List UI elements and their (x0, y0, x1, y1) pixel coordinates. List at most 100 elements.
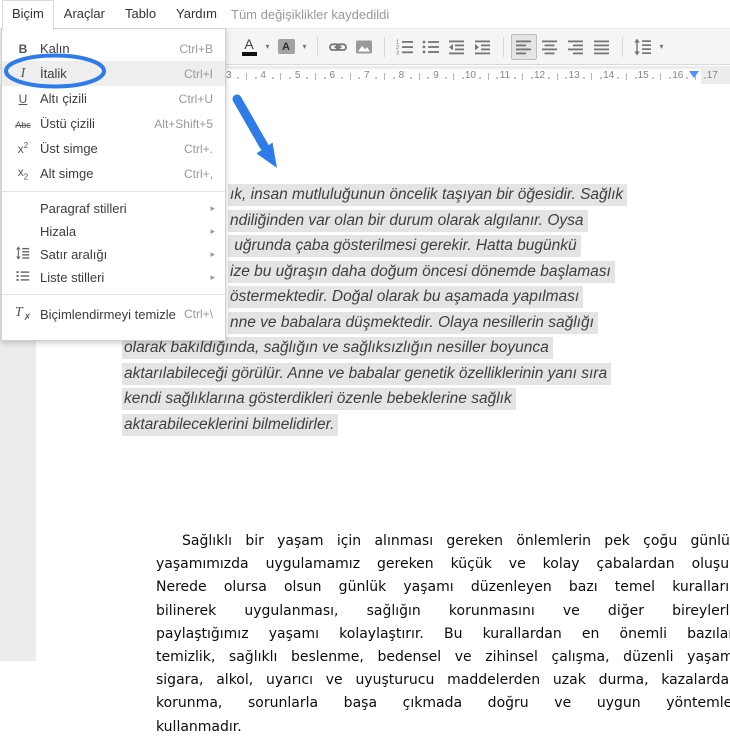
menubar-item-tablo[interactable]: Tablo (115, 0, 166, 27)
menu-separator (2, 191, 225, 192)
bulleted-list-button[interactable] (418, 34, 444, 60)
paragraph-line[interactable]: bilinerek uygulanması, sağlığın korunmas… (156, 600, 730, 623)
ruler-tick (591, 73, 593, 80)
decrease-indent-button[interactable] (444, 34, 470, 60)
paragraph-line[interactable]: korunma, sorunlarla başa çıkmada doğru v… (156, 692, 730, 715)
strikethrough-icon: Abc (15, 119, 31, 130)
menu-item-kalin[interactable]: B Kalın Ctrl+B (2, 36, 225, 61)
ruler-tick (418, 73, 420, 80)
menu-item-label: Kalın (40, 41, 70, 56)
selected-text-line[interactable]: olarak bakıldığında, sağlığın ve sağlıks… (122, 337, 553, 359)
ruler-dot (409, 77, 412, 79)
ruler-number: 12 (533, 70, 546, 81)
menu-item-liste-stilleri[interactable]: Liste stilleri ▸ (2, 266, 225, 289)
ruler-number: 10 (464, 70, 476, 81)
ruler-dot (565, 77, 568, 79)
selected-text-line[interactable]: aktarılabileceği görülür. Anne ve babala… (122, 362, 612, 385)
highlighted-text: ndiliğinden var olan bir durum olarak al… (228, 209, 588, 232)
menu-item-satir-araligi[interactable]: Satır aralığı ▸ (2, 243, 225, 266)
submenu-arrow-icon: ▸ (210, 249, 215, 259)
selected-text-line[interactable]: ize bu uğraşın daha doğum öncesi dönemde… (228, 260, 615, 283)
ruler-dot (617, 77, 620, 79)
menu-item-shortcut: Ctrl+B (179, 41, 213, 56)
menu-item-label: Hizala (40, 224, 77, 239)
menu-item-shortcut: Ctrl+U (178, 91, 213, 106)
ruler-tick (625, 73, 627, 80)
align-left-button[interactable] (511, 33, 537, 60)
dropdown-caret-icon[interactable]: ▾ (299, 42, 310, 51)
menu-item-paragraf-stilleri[interactable]: Paragraf stilleri ▸ (2, 197, 225, 220)
ruler-number: 7 (364, 70, 370, 81)
selected-text-line[interactable]: östermektedir. Doğal olarak bu aşamada y… (228, 286, 584, 308)
highlighted-text: ize bu uğraşın daha doğum öncesi dönemde… (228, 260, 615, 283)
selected-text-line[interactable]: ndiliğinden var olan bir durum olarak al… (228, 209, 588, 232)
ruler-dot (582, 77, 585, 79)
ruler-number: 6 (329, 70, 336, 81)
menu-item-ustu-cizili[interactable]: Abc Üstü çizili Alt+Shift+5 (2, 111, 225, 136)
menu-item-ust-simge[interactable]: x2 Üst simge Ctrl+. (2, 136, 225, 161)
selected-text-line[interactable]: kendi sağlıklarına gösterdikleri özenle … (122, 388, 516, 410)
ruler-number: 13 (568, 70, 580, 81)
paragraph-line[interactable]: kullanmadır. (156, 716, 730, 739)
ruler-number: 4 (260, 70, 266, 81)
selected-text-line[interactable]: aktarabileceklerini bilmelidirler. (122, 413, 339, 436)
ruler-dot (427, 77, 430, 79)
ruler-tick (314, 73, 316, 80)
paragraph-line[interactable]: sigara, alkol, uyarıcı ve uyuşturucu mad… (156, 669, 730, 692)
decrease-indent-icon (449, 40, 464, 54)
menu-item-alt-simge[interactable]: x2 Alt simge Ctrl+, (2, 161, 225, 186)
ruler-number: 9 (433, 70, 439, 81)
italic-icon: I (20, 65, 26, 81)
menubar-item-bicim[interactable]: Biçim (2, 0, 54, 30)
insert-image-button[interactable] (351, 34, 377, 60)
ruler-dot (237, 77, 240, 79)
right-indent-marker-icon[interactable] (689, 71, 699, 78)
ruler-tick (349, 73, 351, 80)
menu-item-hizala[interactable]: Hizala ▸ (2, 220, 225, 243)
justified-paragraph[interactable]: Sağlıklı bir yaşam için alınması gereken… (156, 530, 730, 739)
insert-link-button[interactable] (325, 34, 351, 60)
menu-item-alti-cizili[interactable]: U Altı çizili Ctrl+U (2, 86, 225, 111)
align-center-icon (542, 40, 557, 54)
menu-item-shortcut: Ctrl+, (183, 166, 213, 181)
ruler-tick (522, 73, 524, 80)
ruler-tick (245, 73, 247, 80)
submenu-arrow-icon: ▸ (210, 226, 215, 236)
selected-text-line[interactable]: nne ve babalara düşmektedir. Olaya nesil… (228, 311, 598, 334)
ruler-dot (392, 77, 395, 79)
increase-indent-button[interactable] (470, 34, 496, 60)
paragraph-line[interactable]: yaşamımızda uygulamamız gereken küçük ve… (156, 553, 730, 576)
clear-format-icon: T✗ (14, 305, 32, 322)
menubar-item-araclar[interactable]: Araçlar (54, 0, 115, 27)
text-color-button[interactable]: A (236, 34, 262, 60)
paragraph-line[interactable]: paylaştığımız yaşamı kolaylaştırır. Bu k… (156, 623, 730, 646)
dropdown-caret-icon[interactable]: ▾ (262, 42, 273, 51)
bold-icon: B (18, 41, 28, 56)
menu-item-bicimlendirmeyi-temizle[interactable]: T✗ Biçimlendirmeyi temizle Ctrl+\ (2, 300, 225, 328)
menubar-item-yardim[interactable]: Yardım (166, 0, 227, 27)
align-center-button[interactable] (537, 34, 563, 60)
ruler-number: 8 (398, 70, 405, 81)
ruler-dot (461, 77, 464, 79)
align-right-button[interactable] (563, 34, 589, 60)
line-spacing-button[interactable] (630, 34, 656, 60)
menu-item-shortcut: Alt+Shift+5 (154, 116, 213, 131)
menu-item-label: İtalik (40, 66, 67, 81)
ruler-dot (651, 77, 654, 79)
numbered-list-button[interactable]: 123 (392, 34, 418, 60)
paragraph-line[interactable]: temizlik, sağlıklı beslenme, bedensel ve… (156, 646, 730, 669)
submenu-arrow-icon: ▸ (210, 272, 215, 282)
menu-item-italik[interactable]: I İtalik Ctrl+I (2, 61, 225, 86)
menu-item-label: Alt simge (40, 166, 94, 181)
selected-text-line[interactable]: uğrunda çaba gösterilmesi gerekir. Hatta… (228, 235, 581, 257)
dropdown-caret-icon[interactable]: ▾ (656, 42, 667, 51)
toolbar-separator (317, 36, 318, 57)
paragraph-line[interactable]: Nerede olursa olsun günlük yaşamı düzenl… (156, 576, 730, 599)
paragraph-line[interactable]: Sağlıklı bir yaşam için alınması gereken… (156, 530, 730, 553)
highlighted-text: uğrunda çaba gösterilmesi gerekir. Hatta… (228, 235, 581, 257)
ruler-number: 17 (706, 70, 718, 81)
ruler-number: 16 (672, 70, 684, 81)
selected-text-line[interactable]: ık, insan mutluluğunun öncelik taşıyan b… (228, 184, 628, 206)
justify-button[interactable] (589, 34, 615, 60)
highlight-color-button[interactable]: A (273, 34, 299, 60)
